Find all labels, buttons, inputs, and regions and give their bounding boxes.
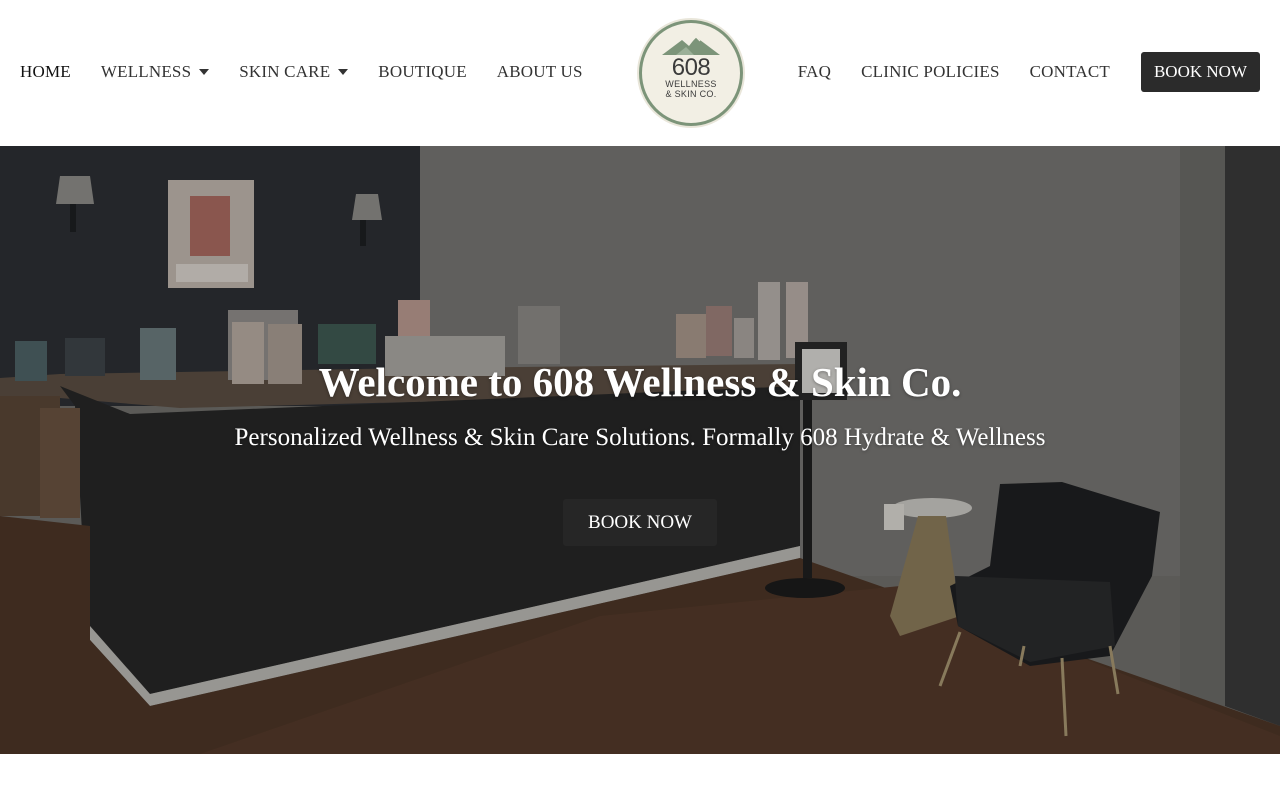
site-logo[interactable]: 608 WELLNESS & SKIN CO. <box>639 20 743 126</box>
nav-home[interactable]: HOME <box>20 62 71 82</box>
nav-home-label: HOME <box>20 62 71 81</box>
nav-boutique-label: BOUTIQUE <box>378 62 467 81</box>
nav-wellness[interactable]: WELLNESS <box>100 62 210 82</box>
book-now-button[interactable]: BOOK NOW <box>1140 52 1260 92</box>
nav-about-us-label: ABOUT US <box>496 62 583 81</box>
nav-wellness-label: WELLNESS <box>100 62 192 81</box>
nav-clinic-policies[interactable]: CLINIC POLICIES <box>861 62 1000 82</box>
nav-faq-label: FAQ <box>797 62 832 81</box>
chevron-down-icon <box>338 69 349 75</box>
nav-boutique[interactable]: BOUTIQUE <box>378 62 466 82</box>
mountain-icon <box>662 36 720 55</box>
nav-contact[interactable]: CONTACT <box>1030 62 1110 82</box>
logo-line-2: & SKIN CO. <box>665 89 717 99</box>
nav-clinic-policies-label: CLINIC POLICIES <box>861 62 1000 81</box>
chevron-down-icon <box>199 69 210 75</box>
hero-section: Welcome to 608 Wellness & Skin Co. Perso… <box>0 146 1280 754</box>
nav-contact-label: CONTACT <box>1029 62 1110 81</box>
site-header: HOME WELLNESS SKIN CARE BOUTIQUE ABOUT U… <box>0 0 1280 146</box>
nav-faq[interactable]: FAQ <box>798 62 831 82</box>
primary-nav-left: HOME WELLNESS SKIN CARE BOUTIQUE ABOUT U… <box>20 52 613 92</box>
nav-about-us[interactable]: ABOUT US <box>497 62 583 82</box>
hero-title: Welcome to 608 Wellness & Skin Co. <box>318 359 962 405</box>
primary-nav-right: FAQ CLINIC POLICIES CONTACT BOOK NOW <box>768 52 1260 92</box>
hero-subtitle: Personalized Wellness & Skin Care Soluti… <box>234 424 1046 451</box>
nav-skin-care-label: SKIN CARE <box>239 62 331 81</box>
hero-book-now-button[interactable]: BOOK NOW <box>563 499 717 546</box>
logo-number: 608 <box>671 54 711 81</box>
logo-line-1: WELLNESS <box>665 79 717 89</box>
nav-skin-care[interactable]: SKIN CARE <box>239 62 349 82</box>
